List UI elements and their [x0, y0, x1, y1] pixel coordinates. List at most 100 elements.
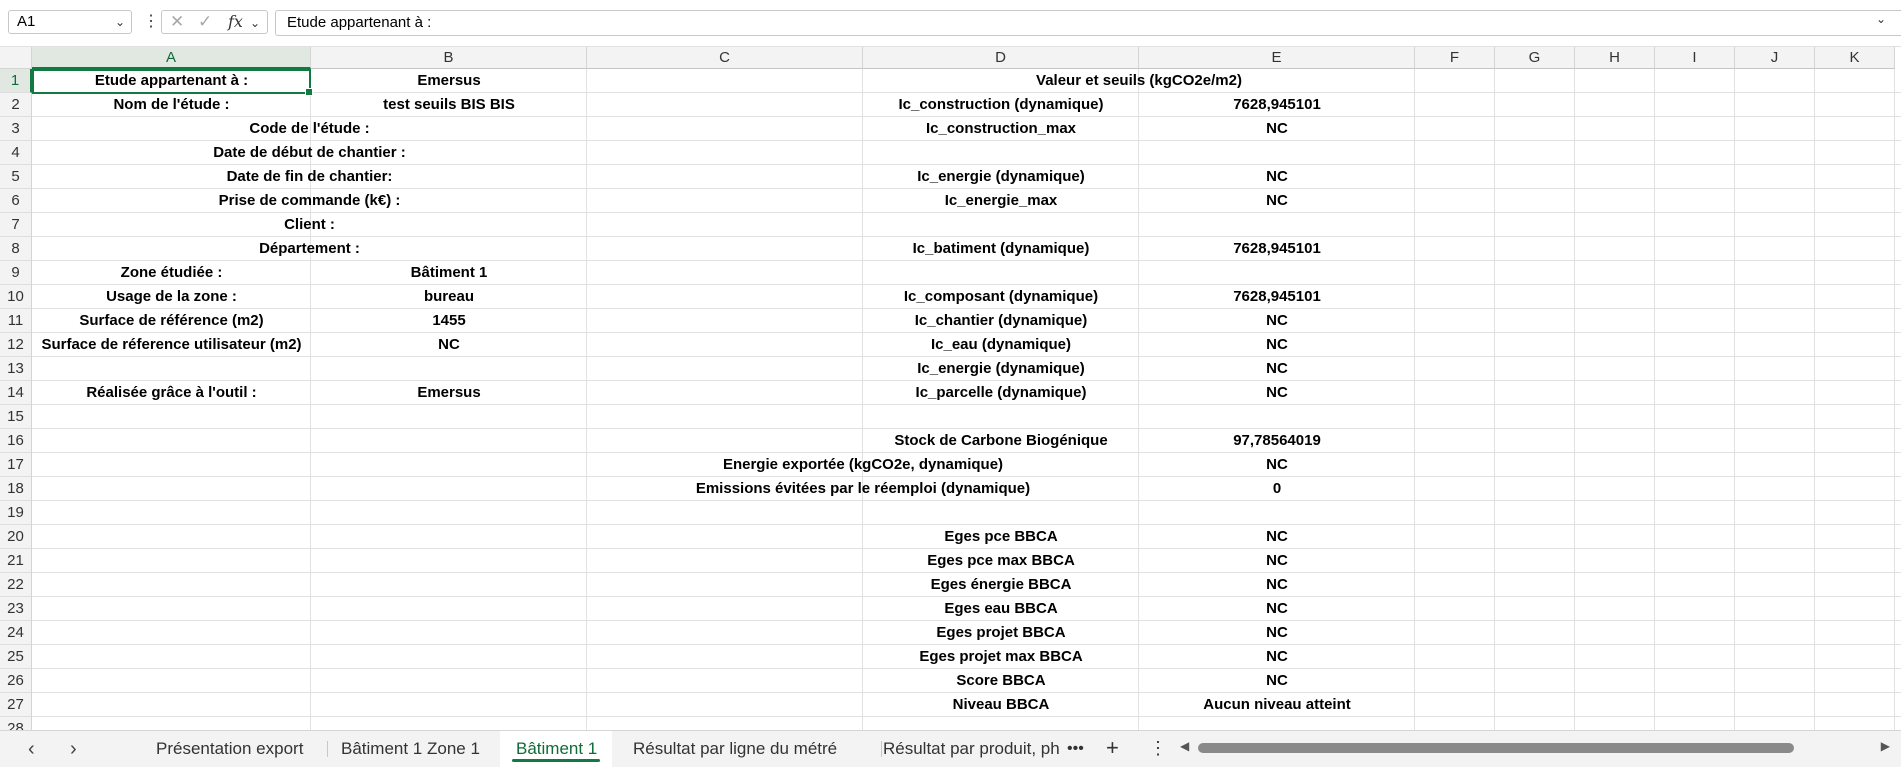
cell-d8[interactable]: Ic_batiment (dynamique) [863, 237, 1139, 261]
cell-a7[interactable]: Client : [32, 213, 587, 237]
cell-d20[interactable]: Eges pce BBCA [863, 525, 1139, 549]
select-all-corner[interactable] [0, 47, 32, 69]
cell-d13[interactable]: Ic_energie (dynamique) [863, 357, 1139, 381]
row-header-8[interactable]: 8 [0, 237, 32, 261]
sheet-tab[interactable]: Résultat par ligne du métré [617, 731, 879, 767]
cell-d23[interactable]: Eges eau BBCA [863, 597, 1139, 621]
row-header-21[interactable]: 21 [0, 549, 32, 573]
row-header-16[interactable]: 16 [0, 429, 32, 453]
row-header-20[interactable]: 20 [0, 525, 32, 549]
cell-b12[interactable]: NC [311, 333, 587, 357]
cell-b14[interactable]: Emersus [311, 381, 587, 405]
cell-e10[interactable]: 7628,945101 [1139, 285, 1415, 309]
column-header-e[interactable]: E [1139, 47, 1415, 69]
cell-e27[interactable]: Aucun niveau atteint [1139, 693, 1415, 717]
row-header-14[interactable]: 14 [0, 381, 32, 405]
row-header-2[interactable]: 2 [0, 93, 32, 117]
cell-e3[interactable]: NC [1139, 117, 1415, 141]
cell-d2[interactable]: Ic_construction (dynamique) [863, 93, 1139, 117]
column-header-k[interactable]: K [1815, 47, 1895, 69]
insert-function-icon[interactable]: fx [228, 12, 243, 32]
cell-e26[interactable]: NC [1139, 669, 1415, 693]
cell-d25[interactable]: Eges projet max BBCA [863, 645, 1139, 669]
cell-d11[interactable]: Ic_chantier (dynamique) [863, 309, 1139, 333]
chevron-down-icon[interactable]: ⌄ [250, 13, 260, 33]
cell-e25[interactable]: NC [1139, 645, 1415, 669]
row-header-15[interactable]: 15 [0, 405, 32, 429]
row-header-9[interactable]: 9 [0, 261, 32, 285]
sheet-tab[interactable]: Résultat par produit, ph [867, 731, 1062, 767]
row-header-26[interactable]: 26 [0, 669, 32, 693]
cell-e14[interactable]: NC [1139, 381, 1415, 405]
cell-d16[interactable]: Stock de Carbone Biogénique [863, 429, 1139, 453]
column-header-d[interactable]: D [863, 47, 1139, 69]
cell-d10[interactable]: Ic_composant (dynamique) [863, 285, 1139, 309]
cell-a14[interactable]: Réalisée grâce à l'outil : [32, 381, 311, 405]
cell-d12[interactable]: Ic_eau (dynamique) [863, 333, 1139, 357]
cell-e23[interactable]: NC [1139, 597, 1415, 621]
row-header-18[interactable]: 18 [0, 477, 32, 501]
cell-d24[interactable]: Eges projet BBCA [863, 621, 1139, 645]
cell-e21[interactable]: NC [1139, 549, 1415, 573]
cancel-icon[interactable]: ✕ [170, 12, 184, 32]
more-options-icon[interactable]: ⋮ [143, 10, 159, 34]
row-header-13[interactable]: 13 [0, 357, 32, 381]
row-header-7[interactable]: 7 [0, 213, 32, 237]
cell-d22[interactable]: Eges énergie BBCA [863, 573, 1139, 597]
cell-e18[interactable]: 0 [1139, 477, 1415, 501]
cell-e13[interactable]: NC [1139, 357, 1415, 381]
chevron-right-icon[interactable]: › [70, 737, 77, 761]
column-header-j[interactable]: J [1735, 47, 1815, 69]
scrollbar-thumb[interactable] [1198, 743, 1794, 753]
cell-a4[interactable]: Date de début de chantier : [32, 141, 587, 165]
sheet-tab[interactable]: Présentation export [140, 731, 325, 767]
cell-d1[interactable]: Valeur et seuils (kgCO2e/m2) [863, 69, 1415, 93]
cell-d14[interactable]: Ic_parcelle (dynamique) [863, 381, 1139, 405]
more-sheets-icon[interactable]: ••• [1067, 736, 1084, 762]
row-header-28[interactable]: 28 [0, 717, 32, 730]
row-header-5[interactable]: 5 [0, 165, 32, 189]
cell-d17[interactable]: Energie exportée (kgCO2e, dynamique) [587, 453, 1139, 477]
fill-handle[interactable] [305, 88, 313, 96]
cell-e5[interactable]: NC [1139, 165, 1415, 189]
cell-a3[interactable]: Code de l'étude : [32, 117, 587, 141]
row-header-17[interactable]: 17 [0, 453, 32, 477]
cell-d21[interactable]: Eges pce max BBCA [863, 549, 1139, 573]
row-header-11[interactable]: 11 [0, 309, 32, 333]
row-header-24[interactable]: 24 [0, 621, 32, 645]
row-header-10[interactable]: 10 [0, 285, 32, 309]
cell-b11[interactable]: 1455 [311, 309, 587, 333]
cell-a8[interactable]: Département : [32, 237, 587, 261]
cell-a2[interactable]: Nom de l'étude : [32, 93, 311, 117]
column-header-f[interactable]: F [1415, 47, 1495, 69]
sheet-tab[interactable]: Bâtiment 1 Zone 1 [325, 731, 493, 767]
row-header-4[interactable]: 4 [0, 141, 32, 165]
row-header-22[interactable]: 22 [0, 573, 32, 597]
sheet-options-icon[interactable]: ⋮ [1149, 735, 1167, 761]
cell-a10[interactable]: Usage de la zone : [32, 285, 311, 309]
cell-d18[interactable]: Emissions évitées par le réemploi (dynam… [587, 477, 1139, 501]
cell-d27[interactable]: Niveau BBCA [863, 693, 1139, 717]
cell-a11[interactable]: Surface de référence (m2) [32, 309, 311, 333]
cell-b9[interactable]: Bâtiment 1 [311, 261, 587, 285]
cell-e11[interactable]: NC [1139, 309, 1415, 333]
column-header-i[interactable]: I [1655, 47, 1735, 69]
cell-b2[interactable]: test seuils BIS BIS [311, 93, 587, 117]
cell-b1[interactable]: Emersus [311, 69, 587, 93]
cell-d3[interactable]: Ic_construction_max [863, 117, 1139, 141]
row-header-12[interactable]: 12 [0, 333, 32, 357]
cell-a12[interactable]: Surface de réference utilisateur (m2) [32, 333, 311, 357]
cell-e8[interactable]: 7628,945101 [1139, 237, 1415, 261]
cell-d26[interactable]: Score BBCA [863, 669, 1139, 693]
cell-d5[interactable]: Ic_energie (dynamique) [863, 165, 1139, 189]
column-header-b[interactable]: B [311, 47, 587, 69]
scroll-left-icon[interactable]: ◀ [1180, 739, 1189, 753]
row-header-27[interactable]: 27 [0, 693, 32, 717]
scroll-right-icon[interactable]: ▶ [1881, 739, 1890, 753]
row-header-6[interactable]: 6 [0, 189, 32, 213]
horizontal-scrollbar[interactable]: ◀ ▶ [1180, 739, 1890, 755]
column-header-a[interactable]: A [32, 47, 311, 69]
column-header-g[interactable]: G [1495, 47, 1575, 69]
row-header-1[interactable]: 1 [0, 69, 32, 93]
cell-e6[interactable]: NC [1139, 189, 1415, 213]
